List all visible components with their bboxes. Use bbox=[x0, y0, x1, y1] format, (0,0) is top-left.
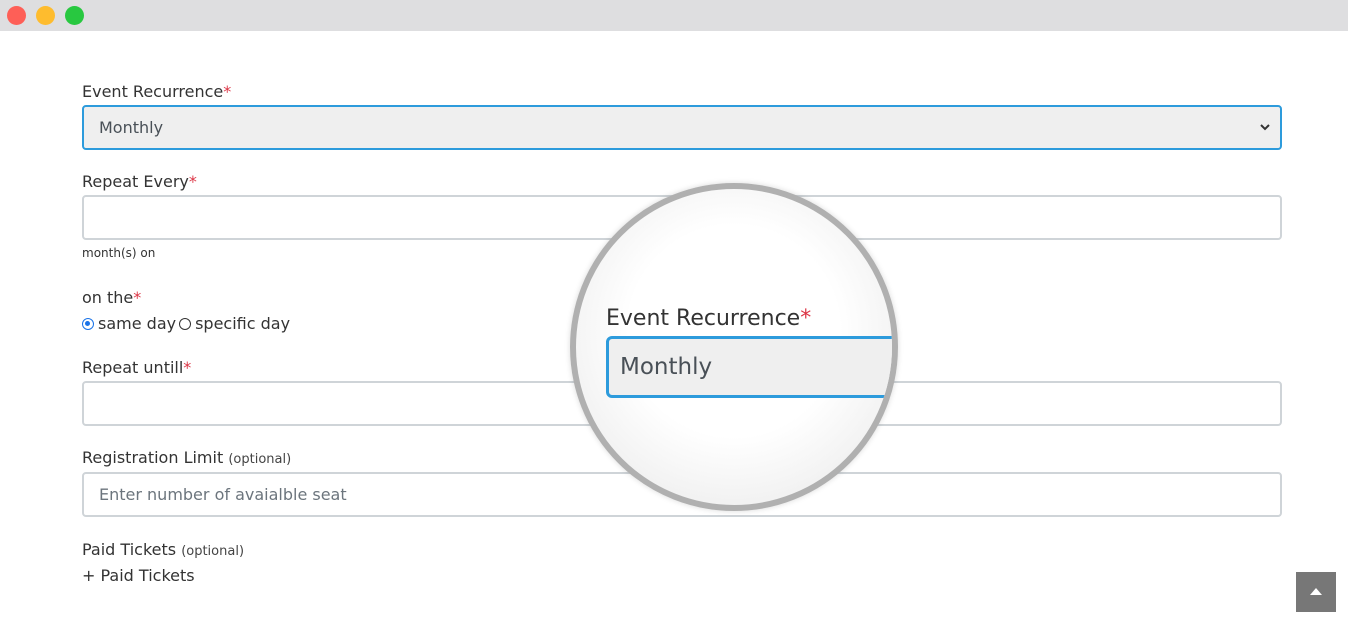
close-window-button[interactable] bbox=[7, 6, 26, 25]
minimize-window-button[interactable] bbox=[36, 6, 55, 25]
repeat-every-label-text: Repeat Every bbox=[82, 172, 189, 191]
repeat-every-hint: month(s) on bbox=[82, 246, 156, 260]
magnifier-select-value: Monthly bbox=[620, 354, 713, 380]
event-recurrence-value: Monthly bbox=[99, 118, 164, 137]
maximize-window-button[interactable] bbox=[65, 6, 84, 25]
window-titlebar bbox=[0, 0, 1348, 31]
add-paid-tickets-link[interactable]: + Paid Tickets bbox=[82, 566, 195, 585]
on-the-radio-group: same day specific day bbox=[82, 314, 293, 333]
registration-limit-label: Registration Limit (optional) bbox=[82, 448, 291, 467]
required-mark: * bbox=[188, 172, 197, 191]
event-recurrence-label: Event Recurrence* bbox=[82, 82, 231, 101]
event-recurrence-label-text: Event Recurrence bbox=[82, 82, 224, 101]
chevron-down-icon bbox=[1260, 124, 1270, 131]
paid-tickets-label: Paid Tickets (optional) bbox=[82, 540, 244, 559]
repeat-every-label: Repeat Every* bbox=[82, 172, 197, 191]
event-recurrence-select[interactable]: Monthly bbox=[82, 105, 1282, 150]
repeat-until-label-text: Repeat untill bbox=[82, 358, 184, 377]
required-mark: * bbox=[133, 288, 142, 307]
required-mark: * bbox=[223, 82, 232, 101]
magnifier-callout: Event Recurrence* Monthly bbox=[570, 183, 898, 511]
same-day-radio[interactable] bbox=[82, 317, 94, 330]
optional-note: (optional) bbox=[181, 544, 245, 559]
registration-limit-placeholder: Enter number of avaialble seat bbox=[99, 485, 347, 504]
optional-note: (optional) bbox=[228, 452, 292, 467]
required-mark: * bbox=[183, 358, 192, 377]
registration-limit-label-text: Registration Limit bbox=[82, 448, 224, 467]
repeat-until-label: Repeat untill* bbox=[82, 358, 191, 377]
magnifier-label-text: Event Recurrence bbox=[606, 306, 801, 331]
scroll-to-top-button[interactable] bbox=[1296, 572, 1336, 612]
magnifier-select: Monthly bbox=[606, 336, 892, 398]
required-mark: * bbox=[800, 306, 812, 331]
magnifier-label: Event Recurrence* bbox=[606, 306, 811, 331]
on-the-label-text: on the bbox=[82, 288, 134, 307]
chevron-up-icon bbox=[1310, 588, 1322, 595]
specific-day-label[interactable]: specific day bbox=[195, 314, 290, 333]
paid-tickets-label-text: Paid Tickets bbox=[82, 540, 177, 559]
specific-day-radio[interactable] bbox=[179, 317, 192, 330]
same-day-label[interactable]: same day bbox=[98, 314, 176, 333]
on-the-label: on the* bbox=[82, 288, 141, 307]
